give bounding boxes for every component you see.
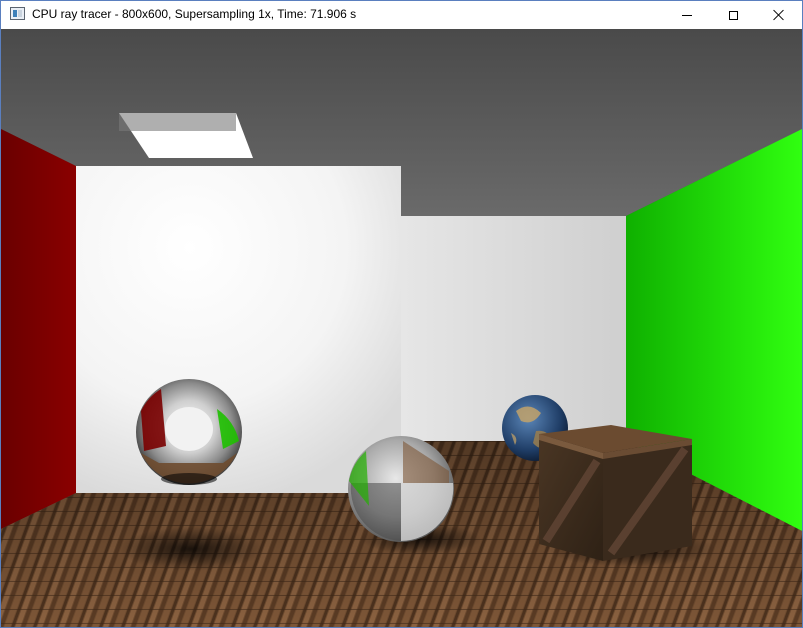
title-bar[interactable]: CPU ray tracer - 800x600, Supersampling … xyxy=(1,1,802,29)
close-button[interactable] xyxy=(756,1,802,29)
app-window: CPU ray tracer - 800x600, Supersampling … xyxy=(0,0,803,628)
mirror-sphere xyxy=(136,379,242,485)
maximize-button[interactable] xyxy=(710,1,756,29)
wooden-crate xyxy=(539,425,692,561)
window-icon[interactable] xyxy=(10,7,25,20)
maximize-icon xyxy=(728,10,738,20)
glass-sphere xyxy=(348,436,454,542)
minimize-icon xyxy=(682,14,692,16)
render-viewport xyxy=(1,29,802,627)
minimize-button[interactable] xyxy=(664,1,710,29)
left-wall xyxy=(1,129,76,529)
mirror-sphere-shadow xyxy=(119,527,263,571)
window-title: CPU ray tracer - 800x600, Supersampling … xyxy=(32,7,357,21)
close-icon xyxy=(773,9,785,21)
rendered-image xyxy=(1,29,802,627)
